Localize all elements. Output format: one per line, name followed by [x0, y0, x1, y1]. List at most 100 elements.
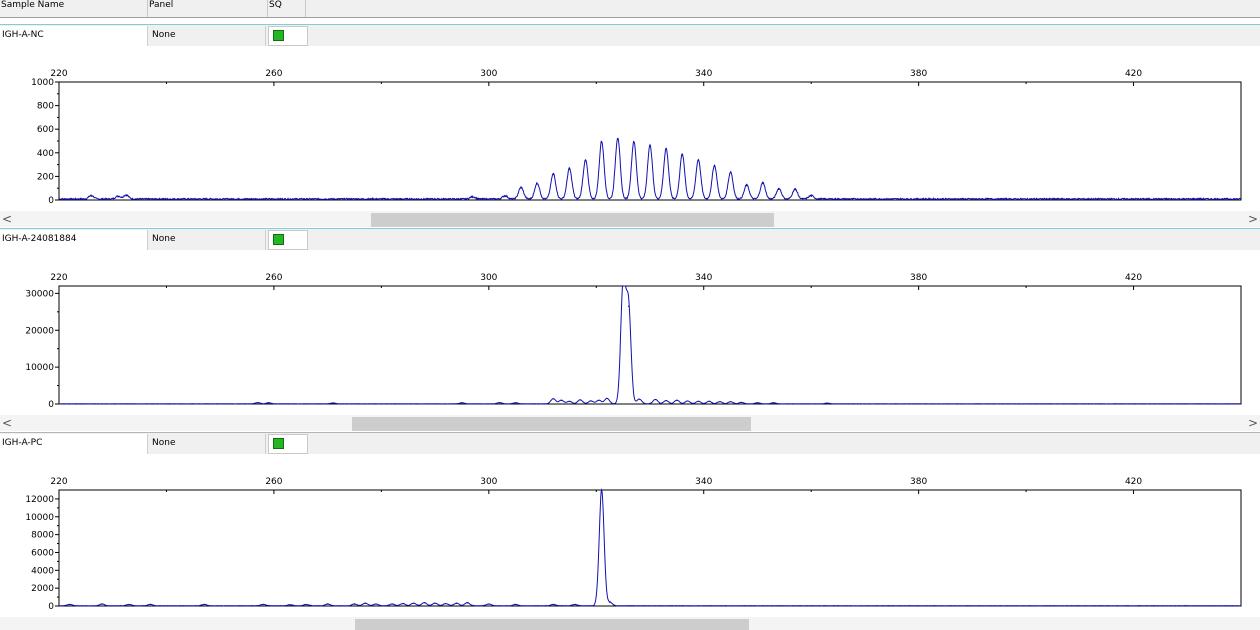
x-tick-label: 380 [910, 477, 927, 487]
column-sample-name[interactable]: Sample Name [0, 0, 148, 17]
peak-point [665, 400, 667, 402]
electropherogram-chart-1: 220 260 300 340 380 42002004006008001000 [31, 69, 1242, 206]
x-tick-label: 420 [1125, 273, 1142, 283]
peak-point [794, 189, 796, 191]
peak-point [289, 604, 291, 606]
electropherogram-chart-2: 220 260 300 340 380 420 0 10000 20000 30000 [25, 273, 1242, 410]
y-tick-label: 0 [48, 400, 54, 410]
peak-point [455, 602, 458, 604]
sq-cell[interactable] [268, 230, 308, 250]
peak-point [101, 603, 103, 605]
sq-cell[interactable] [268, 434, 308, 454]
y-tick-label: 10000 [25, 363, 54, 373]
peak-point [267, 402, 270, 404]
peak-point [504, 196, 506, 198]
panel-cell[interactable]: None [149, 26, 266, 46]
scroll-thumb[interactable] [351, 417, 751, 431]
electropherogram-chart-3: 220 260 300 340 380 420 0 2000 4000 6000 8000 10000… [25, 477, 1242, 612]
y-tick-label: 200 [37, 172, 54, 182]
x-tick-label: 340 [695, 69, 712, 79]
panel-cell[interactable]: None [149, 230, 266, 250]
peak-point [598, 399, 600, 401]
scroll-left-arrow[interactable]: < [0, 211, 14, 227]
scroll-right-arrow[interactable]: > [1246, 415, 1260, 431]
peak-point [364, 602, 366, 604]
peak-point [117, 196, 119, 198]
x-tick-label: 260 [265, 273, 282, 283]
peak-point [434, 602, 436, 604]
x-tick-label: 420 [1125, 477, 1142, 487]
peak-point [257, 402, 259, 404]
y-tick-label: 400 [37, 149, 54, 159]
scroll-thumb[interactable] [371, 213, 775, 227]
peak-point [719, 401, 721, 403]
x-tick-label: 220 [50, 273, 67, 283]
peak-point [697, 400, 699, 403]
y-tick-label: 10000 [25, 513, 54, 523]
peak-point [590, 400, 592, 402]
y-tick-label: 6000 [31, 548, 54, 558]
y-tick-label: 0 [48, 196, 54, 206]
sq-status-icon [273, 438, 284, 449]
y-tick-label: 30000 [25, 289, 54, 299]
peak-point [810, 195, 812, 198]
horizontal-scrollbar-1[interactable]: < > [0, 211, 1260, 227]
y-tick-label: 1000 [31, 78, 54, 88]
peak-point [466, 602, 468, 604]
plot-frame [58, 285, 1242, 405]
column-sq-label: SQ [269, 0, 282, 10]
horizontal-scrollbar-2[interactable]: < > [0, 415, 1260, 431]
peak-point [729, 401, 732, 403]
peak-point [472, 197, 474, 199]
peak-point [375, 603, 377, 605]
peak-point [413, 602, 415, 604]
sample-name-cell[interactable]: IGH-A-24081884 [0, 230, 148, 250]
peak-point [391, 603, 393, 605]
x-tick-label: 300 [480, 273, 497, 283]
y-tick-label: 2000 [31, 584, 54, 594]
x-tick-label: 300 [480, 69, 497, 79]
panel-cell[interactable]: None [149, 434, 266, 454]
peak-point [649, 145, 651, 147]
peak-point [515, 402, 517, 404]
peak-point [515, 604, 517, 606]
peak-point [552, 604, 554, 606]
peak-point [687, 400, 689, 402]
peak-point [756, 402, 759, 404]
scroll-left-arrow[interactable]: < [0, 415, 14, 431]
peak-point [552, 398, 554, 400]
peak-point [627, 305, 630, 307]
peak-point [262, 604, 264, 606]
y-tick-label: 800 [37, 102, 54, 112]
sample-row-2[interactable]: IGH-A-24081884 None [0, 229, 1260, 250]
sample-name-cell[interactable]: IGH-A-PC [0, 434, 148, 454]
column-sq[interactable]: SQ [268, 0, 306, 17]
horizontal-scrollbar-3[interactable] [0, 617, 1260, 630]
x-tick-label: 260 [265, 477, 282, 487]
peak-point [353, 603, 356, 605]
peak-point [402, 603, 404, 605]
scroll-thumb[interactable] [355, 619, 750, 630]
peak-point [622, 285, 624, 287]
column-header: Sample Name Panel SQ [0, 0, 1260, 18]
peak-point [149, 604, 151, 606]
peak-point [69, 604, 71, 606]
sample-row-1[interactable]: IGH-A-NC None [0, 25, 1260, 46]
peak-point [638, 398, 640, 400]
column-panel[interactable]: Panel [148, 0, 268, 17]
peak-point [606, 397, 608, 400]
sample-row-3[interactable]: IGH-A-PC None [0, 433, 1260, 454]
sq-status-icon [273, 234, 284, 245]
x-tick-label: 260 [265, 69, 282, 79]
peak-point [609, 601, 611, 604]
sample-name-cell[interactable]: IGH-A-NC [0, 26, 148, 46]
peak-point [574, 604, 576, 606]
scroll-right-arrow[interactable]: > [1246, 211, 1260, 227]
peak-point [697, 159, 699, 162]
peak-point [746, 185, 748, 187]
plot-frame [58, 81, 1242, 201]
peak-point [498, 402, 501, 404]
sq-cell[interactable] [268, 26, 308, 46]
peak-point [327, 603, 329, 605]
peak-point [729, 172, 732, 174]
